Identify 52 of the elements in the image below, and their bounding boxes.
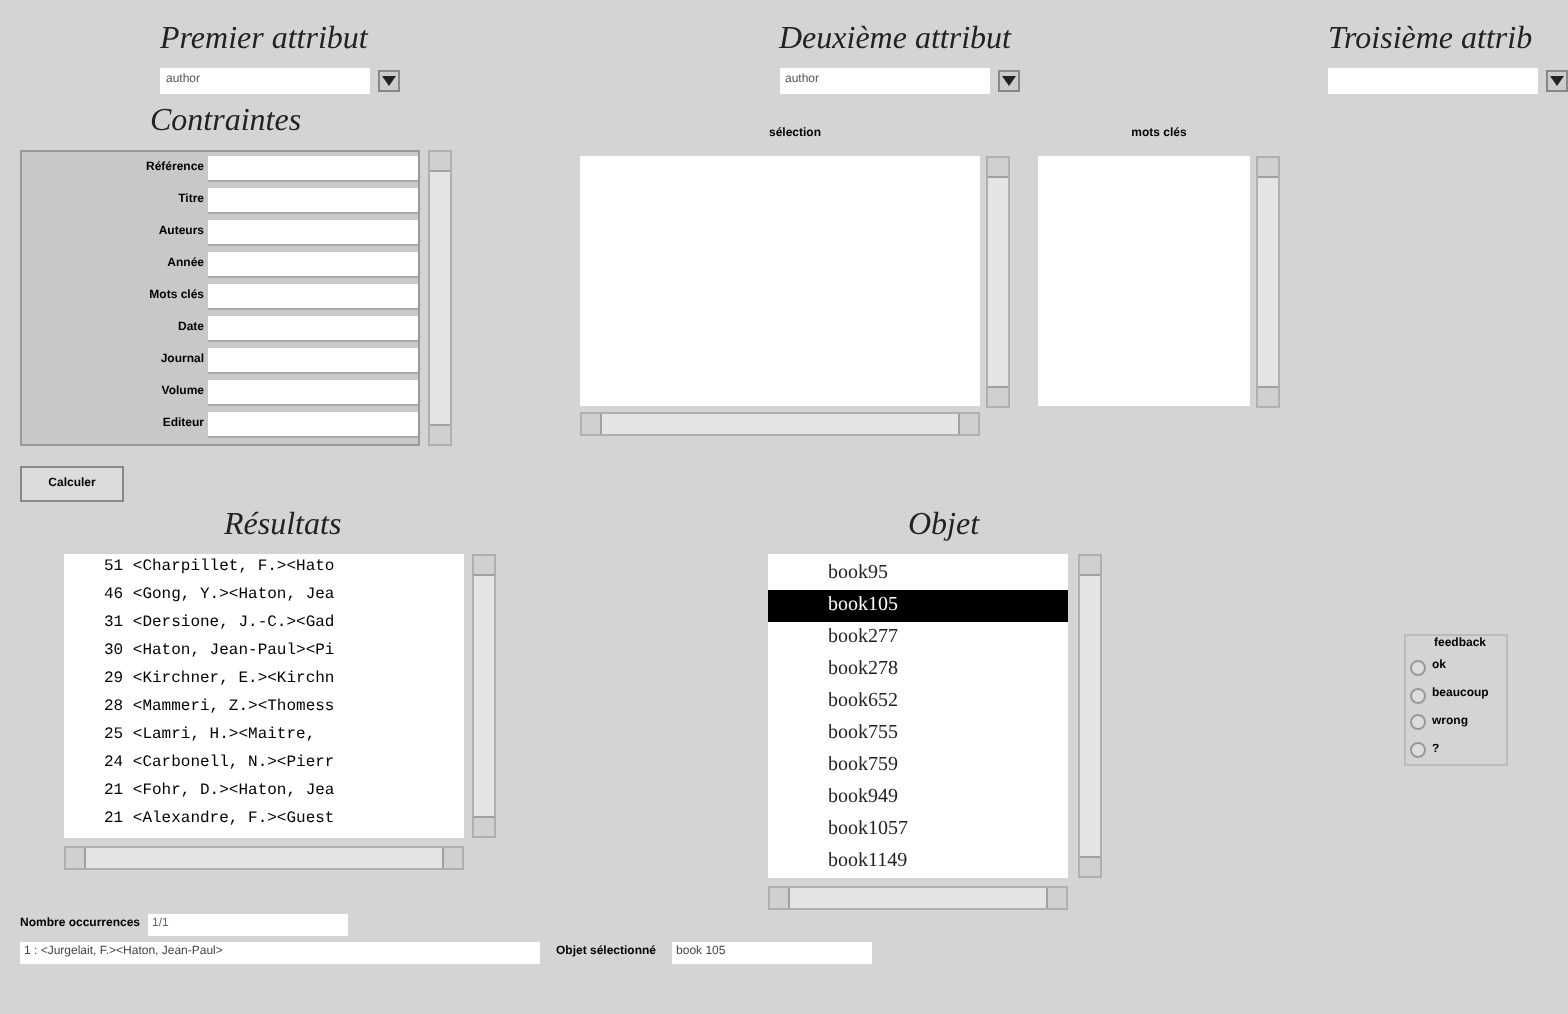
scrollbar[interactable]	[580, 412, 980, 436]
result-row[interactable]: 46 <Gong, Y.><Haton, Jea	[104, 582, 464, 610]
input-field[interactable]	[208, 188, 418, 214]
section-title: Premier attribut	[160, 24, 371, 56]
result-row[interactable]: 21 <Alexandre, F.><Guest	[104, 806, 464, 834]
input-field[interactable]	[208, 316, 418, 342]
section-title: Objet	[908, 510, 982, 542]
object-item[interactable]: book759	[768, 750, 1068, 782]
radio-button[interactable]	[1410, 714, 1426, 731]
scrollbar[interactable]	[768, 886, 1068, 910]
section-title: Troisième attrib	[1328, 24, 1535, 56]
input-field[interactable]	[208, 252, 418, 278]
results-list[interactable]	[64, 554, 464, 838]
input-field[interactable]	[208, 284, 418, 310]
radio-button[interactable]	[1410, 742, 1426, 759]
input-field[interactable]	[208, 412, 418, 438]
input-field[interactable]	[208, 348, 418, 374]
scrollbar[interactable]	[986, 156, 1010, 408]
input-field[interactable]	[208, 380, 418, 406]
result-row[interactable]: 31 <Dersione, J.-C.><Gad	[104, 610, 464, 638]
result-row[interactable]: 24 <Carbonell, N.><Pierr	[104, 750, 464, 778]
dropdown-field[interactable]	[1328, 68, 1538, 94]
dropdown-arrow-icon[interactable]	[378, 70, 400, 92]
result-row[interactable]: 21 <Fohr, D.><Haton, Jea	[104, 778, 464, 806]
scrollbar[interactable]	[472, 554, 496, 838]
dropdown-arrow-icon[interactable]	[1546, 70, 1568, 92]
radio-button[interactable]	[1410, 687, 1426, 704]
object-item[interactable]: book95	[768, 558, 1068, 590]
section-title: Deuxième attribut	[779, 24, 1014, 56]
object-item[interactable]: book278	[768, 654, 1068, 686]
object-item[interactable]: book277	[768, 622, 1068, 654]
input-field[interactable]	[208, 156, 418, 182]
object-item[interactable]: book755	[768, 718, 1068, 750]
object-item[interactable]: book949	[768, 782, 1068, 814]
result-row[interactable]: 25 <Lamri, H.><Maitre,	[104, 722, 464, 750]
object-item[interactable]: book105	[768, 590, 1068, 622]
section-title: Résultats	[224, 510, 344, 542]
scrollbar[interactable]	[64, 846, 464, 870]
scrollbar[interactable]	[1078, 554, 1102, 878]
result-row[interactable]: 28 <Mammeri, Z.><Thomess	[104, 694, 464, 722]
section-title: Contraintes	[150, 106, 304, 138]
radio-button[interactable]	[1410, 659, 1426, 676]
object-item[interactable]: book1149	[768, 846, 1068, 878]
scrollbar[interactable]	[1256, 156, 1280, 408]
object-item[interactable]: book1057	[768, 814, 1068, 846]
object-item[interactable]: book652	[768, 686, 1068, 718]
result-row[interactable]: 29 <Kirchner, E.><Kirchn	[104, 666, 464, 694]
result-row[interactable]: 30 <Haton, Jean-Paul><Pi	[104, 638, 464, 666]
dropdown-arrow-icon[interactable]	[997, 70, 1019, 92]
input-field[interactable]	[208, 220, 418, 246]
scrollbar[interactable]	[428, 150, 452, 446]
result-row[interactable]: 51 <Charpillet, F.><Hato	[104, 554, 464, 582]
